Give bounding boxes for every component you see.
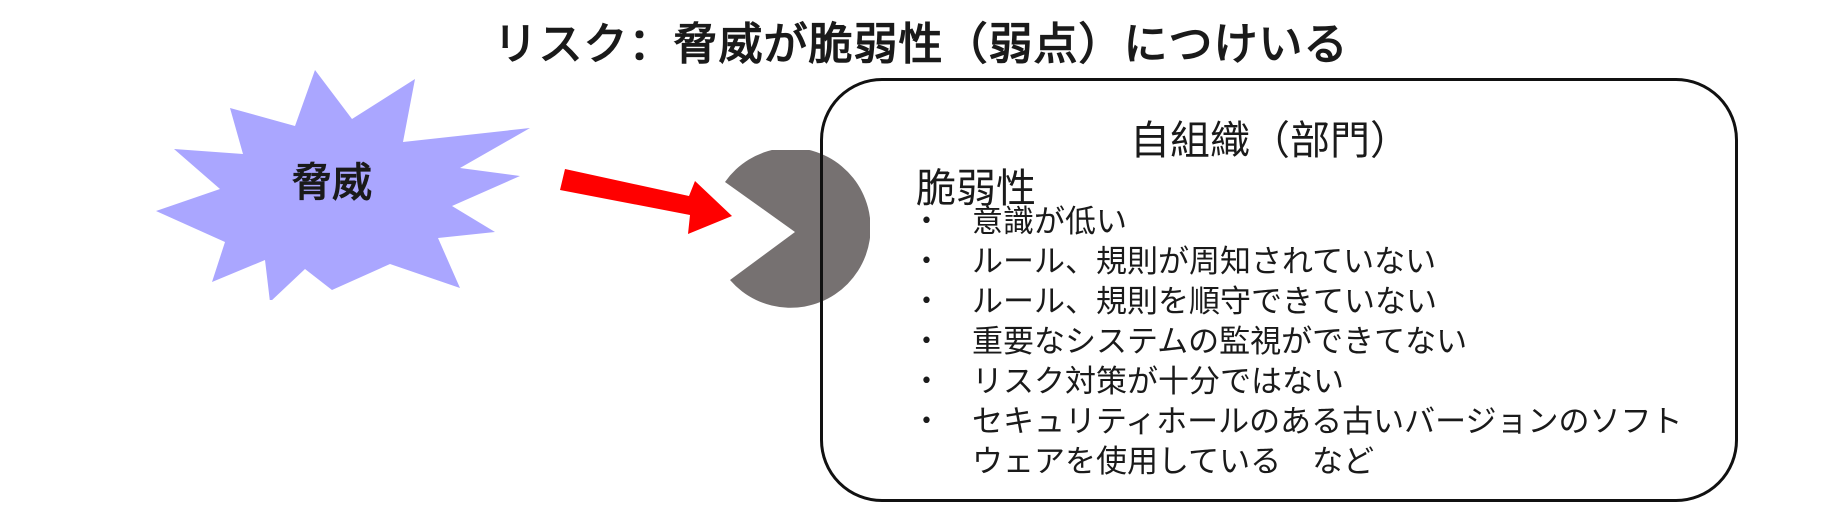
vulnerability-item-text: ルール、規則を順守できていない [972,284,1437,320]
vulnerability-item: • 意識が低い [916,202,1696,242]
vulnerability-item: • ルール、規則を順守できていない [916,282,1696,322]
attack-arrow [560,169,732,234]
bullet-icon: • [920,329,933,354]
attack-arrow-shape [560,169,732,234]
bullet-icon: • [920,409,933,434]
vulnerability-item-text: リスク対策が十分ではない [972,364,1344,400]
vulnerability-item: • 重要なシステムの監視ができてない [916,322,1696,362]
vulnerability-item: • リスク対策が十分ではない [916,362,1696,402]
vulnerability-item-text: 意識が低い [972,204,1127,240]
vulnerability-item: • セキュリティホールのある古いバージョンのソフトウェアを使用している など [916,402,1696,482]
bullet-icon: • [920,209,933,234]
vulnerability-item: • ルール、規則が周知されていない [916,242,1696,282]
vulnerability-item-text: 重要なシステムの監視ができてない [972,324,1468,360]
bullet-icon: • [920,249,933,274]
diagram-title: リスク：脅威が脆弱性（弱点）につけいる [493,19,1349,70]
vulnerability-list: • 意識が低い • ルール、規則が周知されていない • ルール、規則を順守できて… [916,202,1696,482]
bullet-icon: • [920,289,933,314]
bullet-icon: • [920,369,933,394]
organization-title: 自組織（部門） [1130,118,1410,164]
vulnerability-item-text: ルール、規則が周知されていない [972,244,1437,280]
vulnerability-item-text: セキュリティホールのある古いバージョンのソフトウェアを使用している など [972,404,1683,480]
threat-label: 脅威 [292,160,372,206]
